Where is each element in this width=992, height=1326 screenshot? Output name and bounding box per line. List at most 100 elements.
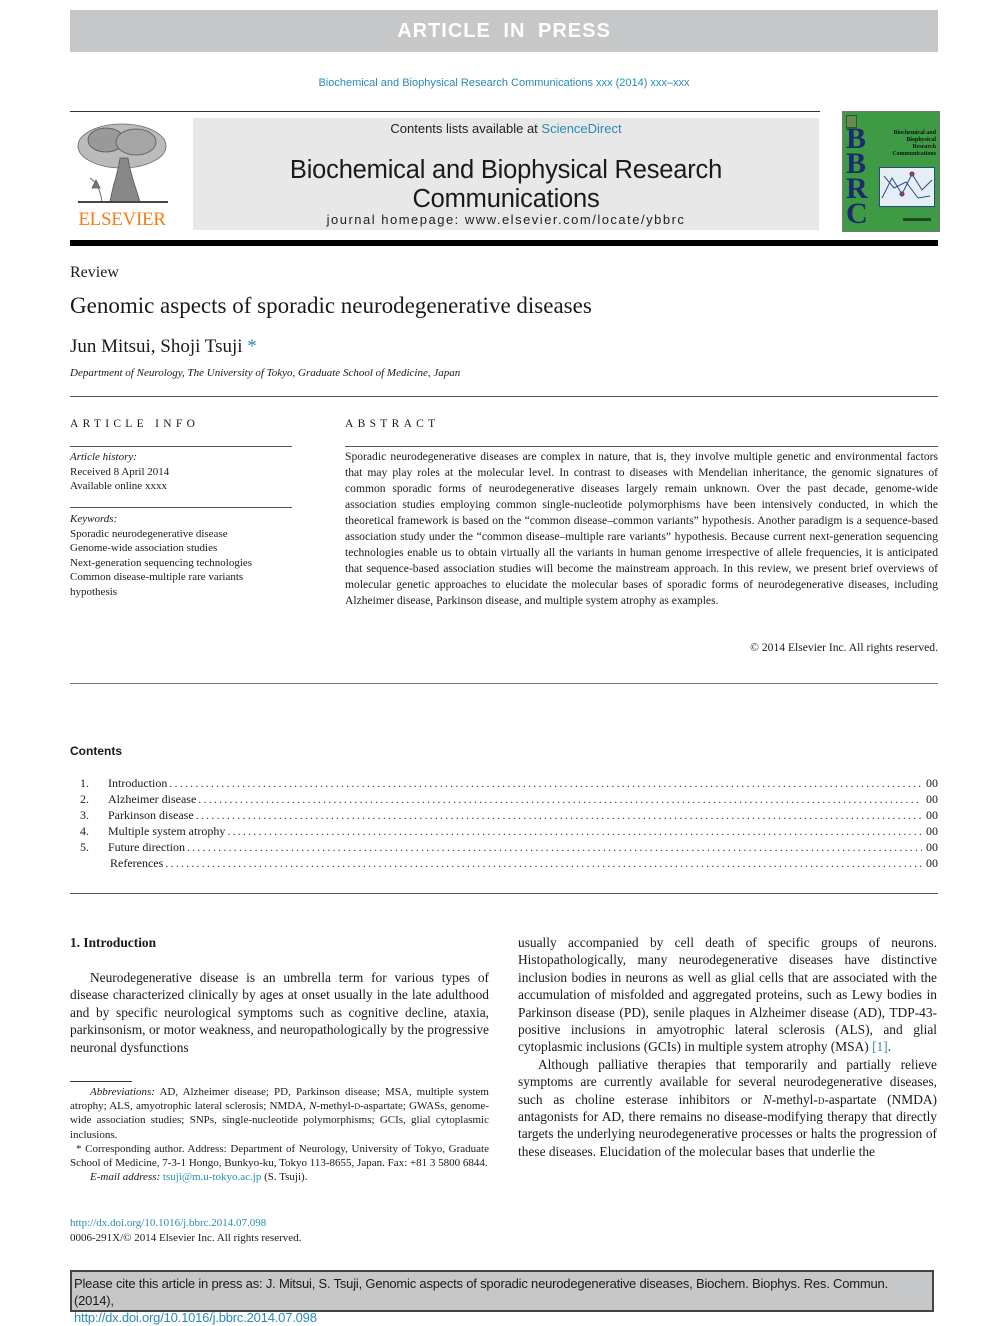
- journal-masthead: Contents lists available at ScienceDirec…: [193, 118, 819, 230]
- toc-leader: ........................................…: [186, 840, 922, 854]
- toc-leader: ........................................…: [165, 856, 922, 870]
- abstract-copyright: © 2014 Elsevier Inc. All rights reserved…: [750, 641, 938, 654]
- elsevier-wordmark: ELSEVIER: [78, 209, 166, 230]
- email-label: E-mail address:: [90, 1171, 161, 1184]
- divider: [345, 446, 938, 447]
- issn-copyright: 0006-291X/© 2014 Elsevier Inc. All right…: [70, 1231, 302, 1244]
- doi-block: http://dx.doi.org/10.1016/j.bbrc.2014.07…: [70, 1216, 301, 1245]
- keyword: Common disease-multiple rare variants hy…: [70, 571, 244, 598]
- toc-leader: ........................................…: [195, 808, 922, 822]
- footnote-text: -methyl-: [316, 1100, 355, 1113]
- affiliation: Department of Neurology, The University …: [70, 367, 461, 379]
- cover-illustration-icon: [879, 167, 935, 207]
- toc-title[interactable]: Parkinson disease: [108, 808, 196, 823]
- toc-title[interactable]: Future direction: [108, 840, 187, 855]
- paragraph-text: -methyl-: [771, 1091, 818, 1107]
- toc-title[interactable]: Alzheimer disease: [108, 792, 198, 807]
- authors[interactable]: Jun Mitsui, Shoji Tsuji: [70, 336, 243, 357]
- cover-letters: B B R C: [846, 124, 868, 229]
- contents-heading: Contents: [70, 744, 122, 758]
- toc-item-parkinson[interactable]: 3. Parkinson disease ...................…: [70, 808, 938, 824]
- toc-leader: ........................................…: [169, 776, 922, 790]
- keywords-list: Keywords: Sporadic neurodegenerative dis…: [70, 512, 292, 599]
- toc-number: 2.: [80, 792, 89, 806]
- toc-number: 3.: [80, 808, 89, 822]
- toc-item-references[interactable]: References .............................…: [70, 856, 938, 872]
- cover-title-line: Communications: [892, 151, 936, 157]
- body-right-column: usually accompanied by cell death of spe…: [518, 934, 937, 1160]
- keyword: Sporadic neurodegenerative disease: [70, 527, 228, 540]
- corresponding-author-marker[interactable]: *: [247, 336, 257, 357]
- cover-title: Biochemical and Biophysical Research Com…: [892, 130, 936, 158]
- citation-text: Please cite this article in press as: J.…: [74, 1276, 888, 1308]
- citation-box: Please cite this article in press as: J.…: [70, 1270, 934, 1325]
- doi-link[interactable]: http://dx.doi.org/10.1016/j.bbrc.2014.07…: [70, 1216, 301, 1231]
- contents-prefix: Contents lists available at: [390, 121, 542, 136]
- article-history: Article history: Received 8 April 2014 A…: [70, 450, 169, 494]
- toc-page: 00: [926, 776, 938, 790]
- sciencedirect-link[interactable]: ScienceDirect: [541, 121, 621, 136]
- toc-title[interactable]: Introduction: [108, 776, 169, 791]
- journal-cover-image[interactable]: B B R C Biochemical and Biophysical Rese…: [842, 111, 940, 232]
- abbreviations-footnote: Abbreviations: AD, Alzheimer disease; PD…: [70, 1085, 489, 1142]
- toc-number: 1.: [80, 776, 89, 790]
- keyword: Next-generation sequencing technologies: [70, 556, 253, 569]
- divider: [70, 507, 292, 508]
- toc-leader: ........................................…: [198, 792, 922, 806]
- footnote-text: Corresponding author. Address: Departmen…: [70, 1142, 489, 1170]
- toc-number: 5.: [80, 840, 89, 854]
- contents-available-line: Contents lists available at ScienceDirec…: [193, 121, 819, 136]
- divider: [70, 446, 292, 447]
- toc-page: 00: [926, 840, 938, 854]
- table-of-contents: 1. Introduction ........................…: [70, 776, 938, 872]
- journal-name: Biochemical and Biophysical Research Com…: [289, 156, 723, 213]
- citation-doi-link[interactable]: http://dx.doi.org/10.1016/j.bbrc.2014.07…: [74, 1309, 930, 1326]
- intro-paragraph-2: Although palliative therapies that tempo…: [518, 1056, 937, 1160]
- divider: [70, 683, 938, 684]
- corresponding-author-footnote: * Corresponding author. Address: Departm…: [70, 1142, 489, 1170]
- author-list: Jun Mitsui, Shoji Tsuji *: [70, 336, 257, 358]
- toc-item-introduction[interactable]: 1. Introduction ........................…: [70, 776, 938, 792]
- header-divider: [70, 111, 820, 112]
- toc-leader: ........................................…: [227, 824, 922, 838]
- cover-footer-bar: [903, 218, 931, 221]
- abbreviations-label: Abbreviations:: [90, 1086, 155, 1098]
- email-footnote: E-mail address: tsuji@m.u-tokyo.ac.jp (S…: [70, 1170, 489, 1184]
- intro-paragraph-left: Neurodegenerative disease is an umbrella…: [70, 970, 489, 1055]
- keywords-label: Keywords:: [70, 513, 118, 525]
- cover-title-line: Biophysical: [906, 137, 936, 143]
- divider: [70, 893, 938, 894]
- intro-paragraph-continued: usually accompanied by cell death of spe…: [518, 934, 937, 1056]
- footnote-divider: [70, 1081, 132, 1082]
- email-link[interactable]: tsuji@m.u-tokyo.ac.jp: [163, 1171, 261, 1183]
- toc-title[interactable]: Multiple system atrophy: [108, 824, 227, 839]
- keyword: Genome-wide association studies: [70, 542, 218, 554]
- abstract-text: Sporadic neurodegenerative diseases are …: [345, 450, 938, 607]
- paragraph-text: usually accompanied by cell death of spe…: [518, 935, 937, 1055]
- cover-title-line: Biochemical and: [893, 130, 936, 136]
- toc-page: 00: [926, 856, 938, 870]
- journal-homepage-link[interactable]: journal homepage: www.elsevier.com/locat…: [193, 212, 819, 227]
- history-label: Article history:: [70, 451, 137, 463]
- italic-text: N: [762, 1091, 772, 1107]
- journal-citation-link[interactable]: Biochemical and Biophysical Research Com…: [70, 77, 938, 89]
- toc-title[interactable]: References: [108, 856, 165, 871]
- toc-page: 00: [926, 808, 938, 822]
- paragraph-text: .: [887, 1039, 892, 1055]
- article-in-press-banner: ARTICLE IN PRESS: [70, 10, 938, 52]
- abstract-heading: ABSTRACT: [345, 418, 440, 430]
- toc-item-future[interactable]: 5. Future direction ....................…: [70, 840, 938, 856]
- toc-item-alzheimer[interactable]: 2. Alzheimer disease ...................…: [70, 792, 938, 808]
- toc-page: 00: [926, 792, 938, 806]
- cover-title-line: Research: [912, 144, 936, 150]
- history-online: Available online xxxx: [70, 480, 167, 492]
- divider: [70, 396, 938, 397]
- reference-link-1[interactable]: [1]: [872, 1039, 888, 1054]
- footnotes: Abbreviations: AD, Alzheimer disease; PD…: [70, 1085, 489, 1184]
- banner-label: ARTICLE IN PRESS: [397, 19, 611, 42]
- history-received: Received 8 April 2014: [70, 465, 170, 478]
- article-type: Review: [70, 264, 119, 281]
- header-thick-rule: [70, 240, 938, 246]
- toc-item-msa[interactable]: 4. Multiple system atrophy .............…: [70, 824, 938, 840]
- toc-number: 4.: [80, 824, 89, 838]
